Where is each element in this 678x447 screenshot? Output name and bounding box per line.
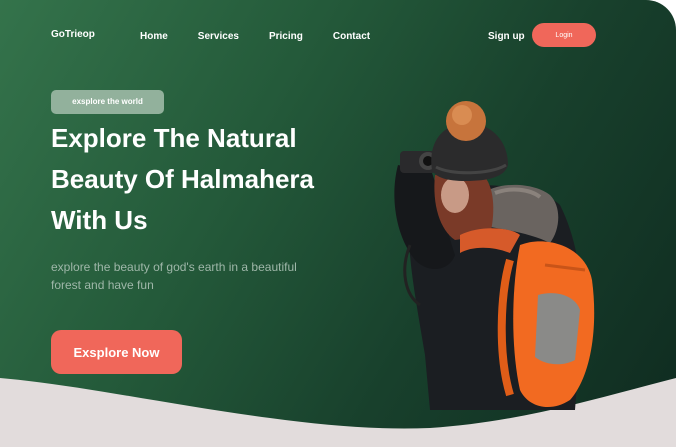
hero-headline-line-3: With Us: [51, 205, 148, 235]
explore-now-button[interactable]: Exsplore Now: [51, 330, 182, 374]
hero-subtext: explore the beauty of god's earth in a b…: [51, 258, 331, 294]
nav-link-home[interactable]: Home: [140, 31, 168, 42]
tagline-badge: exsplore the world: [51, 90, 164, 114]
brand-logo[interactable]: GoTrieop: [51, 29, 95, 40]
hero-headline-line-1: Explore The Natural: [51, 123, 297, 153]
hero-subtext-line-2: forest and have fun: [51, 278, 154, 292]
nav-link-pricing[interactable]: Pricing: [269, 31, 303, 42]
nav-link-contact[interactable]: Contact: [333, 31, 370, 42]
hero-headline: Explore The Natural Beauty Of Halmahera …: [51, 118, 351, 241]
main-nav: Home Services Pricing Contact: [140, 31, 400, 42]
hero-photo-photographer: [394, 101, 595, 410]
hero-subtext-line-1: explore the beauty of god's earth in a b…: [51, 260, 297, 274]
nav-link-services[interactable]: Services: [198, 31, 239, 42]
signup-link[interactable]: Sign up: [488, 31, 525, 42]
hero-section: GoTrieop Home Services Pricing Contact S…: [0, 0, 676, 447]
hero-headline-line-2: Beauty Of Halmahera: [51, 164, 314, 194]
login-button[interactable]: Login: [532, 23, 596, 47]
